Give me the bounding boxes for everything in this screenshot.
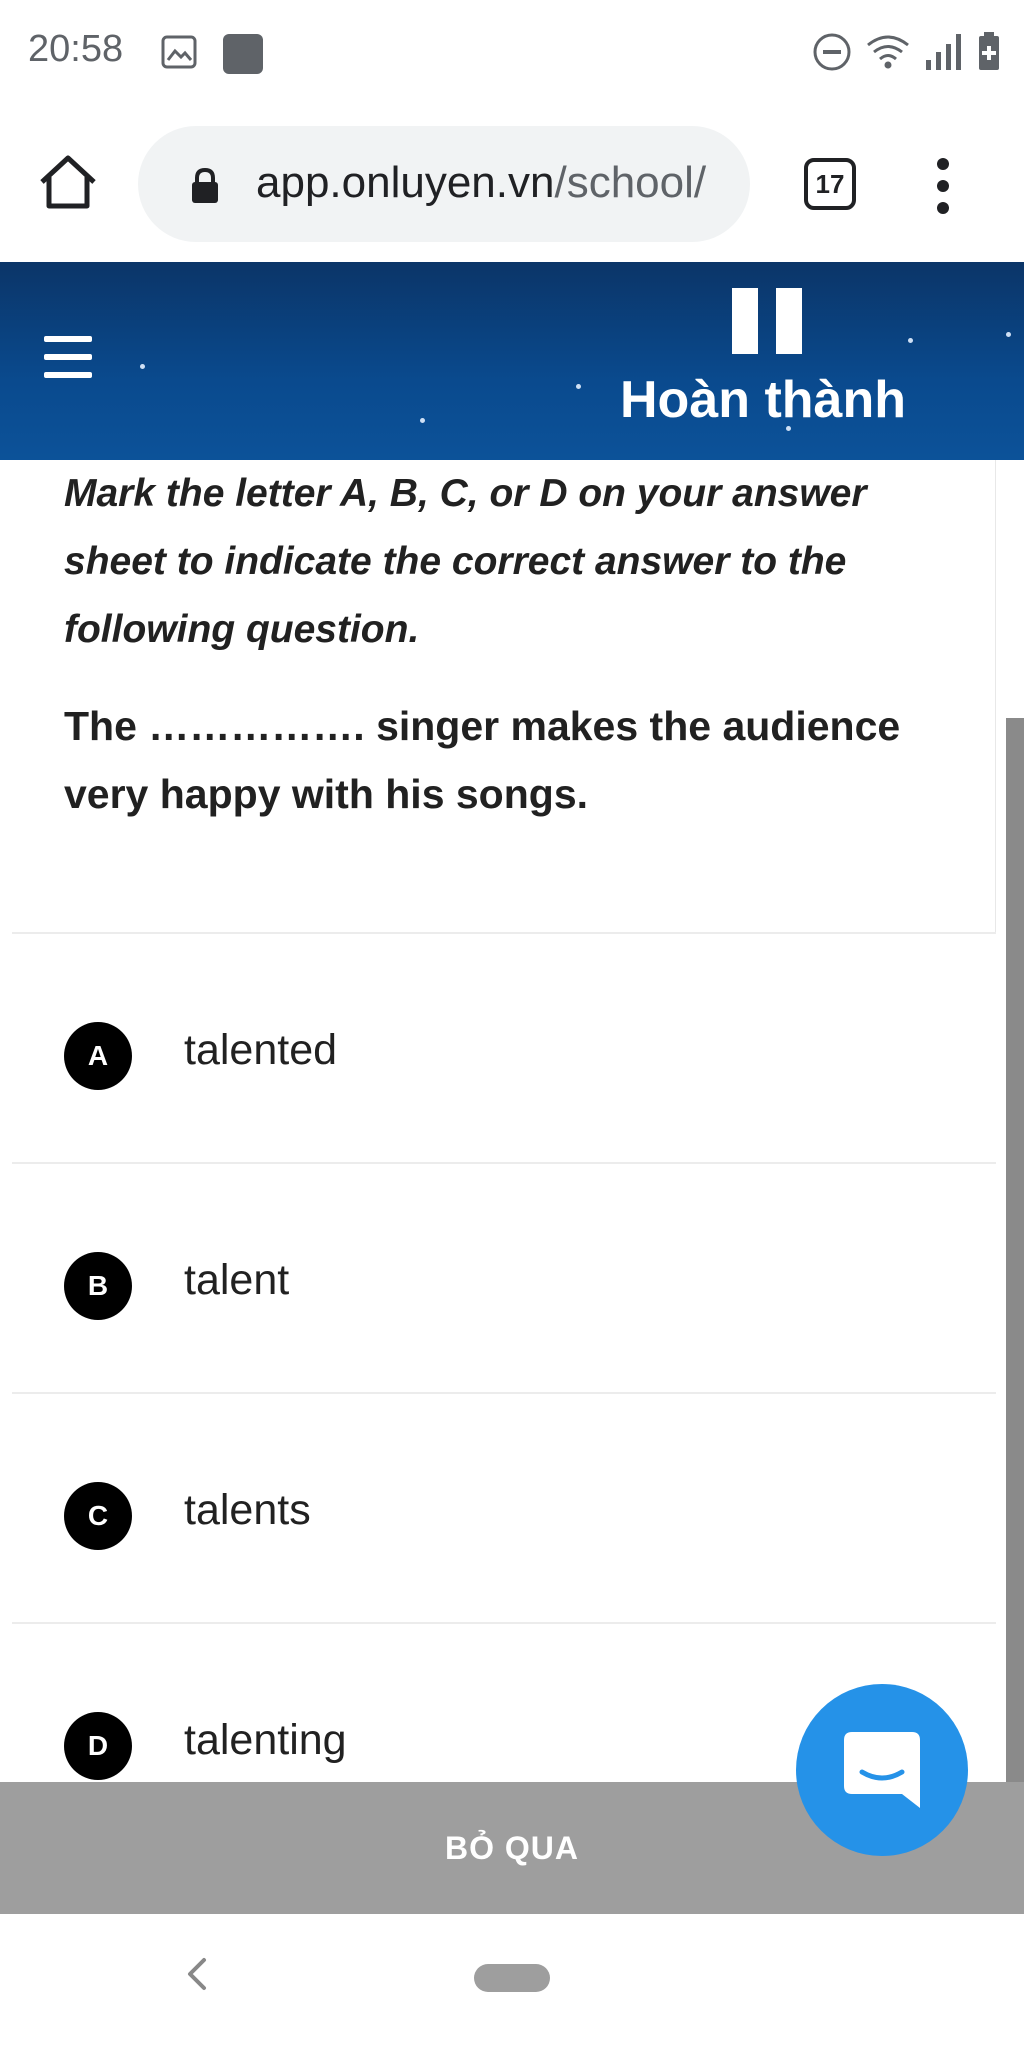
wifi-icon (867, 35, 909, 69)
question-instruction: Mark the letter A, B, C, or D on your an… (64, 472, 867, 651)
decor-star (1006, 332, 1011, 337)
question-text: The ……………. singer makes the audience ver… (64, 703, 901, 817)
menu-icon[interactable] (44, 336, 92, 378)
decor-star (420, 418, 425, 423)
answer-option-c[interactable]: C talents (12, 1392, 996, 1622)
dnd-icon (813, 33, 851, 71)
url-domain: app.onluyen.vn (256, 158, 555, 207)
question-card: Mark the letter A, B, C, or D on your an… (12, 460, 996, 932)
decor-star (908, 338, 913, 343)
status-icons (812, 30, 1000, 74)
scrollbar-thumb[interactable] (1006, 718, 1024, 1782)
skip-label: BỎ QUA (445, 1829, 579, 1866)
decor-star (576, 384, 581, 389)
answer-option-a[interactable]: A talented (12, 932, 996, 1162)
address-bar[interactable]: app.onluyen.vn/school/ (138, 126, 750, 242)
status-time: 20:58 (28, 28, 124, 70)
option-letter-badge: B (64, 1252, 132, 1320)
chat-button[interactable] (796, 1684, 968, 1856)
battery-icon (979, 32, 999, 70)
lock-icon (192, 168, 218, 203)
home-icon[interactable] (36, 150, 100, 214)
option-text: talenting (184, 1716, 347, 1764)
app-square-icon (223, 34, 263, 74)
app-header: Hoàn thành (0, 262, 1024, 460)
pause-icon[interactable] (732, 288, 804, 354)
option-text: talents (184, 1486, 311, 1534)
url-path: /school/ (554, 158, 707, 207)
status-bar: 20:58 (0, 0, 1024, 106)
quiz-content: Mark the letter A, B, C, or D on your an… (0, 460, 1024, 1782)
image-icon (161, 35, 197, 69)
tab-switcher-button[interactable]: 17 (804, 158, 856, 210)
answer-option-b[interactable]: B talent (12, 1162, 996, 1392)
decor-star (140, 364, 145, 369)
url-text: app.onluyen.vn/school/ (256, 158, 706, 208)
browser-toolbar: app.onluyen.vn/school/ 17 (0, 106, 1024, 262)
option-text: talented (184, 1026, 338, 1074)
option-text: talent (184, 1256, 290, 1304)
finish-button[interactable]: Hoàn thành (620, 370, 906, 430)
chat-icon (844, 1732, 920, 1808)
back-icon[interactable] (184, 1954, 208, 1994)
home-pill-icon[interactable] (474, 1964, 550, 1992)
option-letter-badge: D (64, 1712, 132, 1780)
signal-icon (926, 34, 961, 70)
option-letter-badge: A (64, 1022, 132, 1090)
option-letter-badge: C (64, 1482, 132, 1550)
more-vert-icon[interactable] (918, 156, 968, 216)
